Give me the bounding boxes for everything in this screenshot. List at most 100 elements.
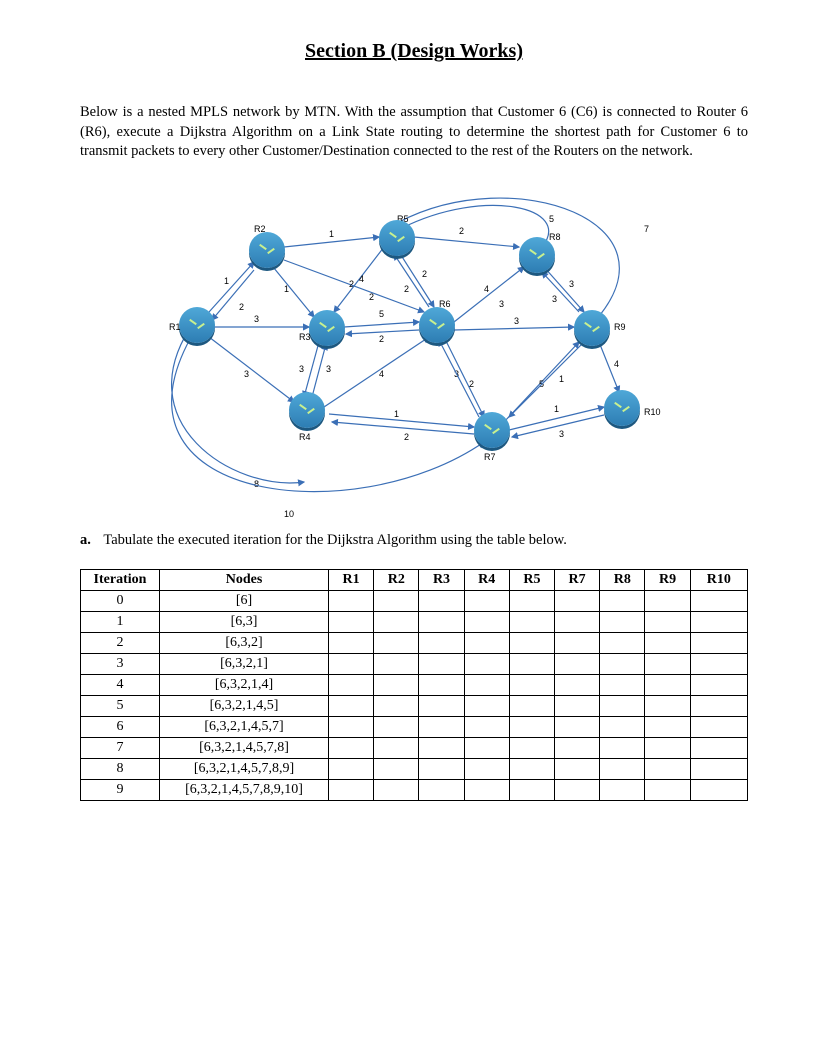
table-header-row: Iteration Nodes R1 R2 R3 R4 R5 R7 R8 R9 … [81, 569, 748, 590]
cell-blank [374, 674, 419, 695]
th-r9: R9 [645, 569, 690, 590]
w-r5-r8: 2 [459, 226, 464, 236]
cell-iteration: 3 [81, 653, 160, 674]
cell-iteration: 0 [81, 590, 160, 611]
th-r1: R1 [329, 569, 374, 590]
cell-blank [690, 737, 747, 758]
cell-nodes: [6,3,2,1] [160, 653, 329, 674]
edge-r8-r9a [544, 267, 584, 312]
cell-blank [690, 758, 747, 779]
cell-blank [374, 611, 419, 632]
cell-blank [555, 590, 600, 611]
cell-blank [509, 758, 554, 779]
edge-r4-r7b [332, 422, 474, 434]
cell-blank [690, 611, 747, 632]
edge-r1-r7-loop [172, 332, 484, 492]
cell-blank [419, 674, 464, 695]
router-r9-icon [574, 310, 610, 346]
cell-nodes: [6,3,2,1,4,5] [160, 695, 329, 716]
edge-r6-r8 [454, 267, 524, 322]
edge-r5-r6b [394, 254, 429, 307]
w-r5-r6b: 2 [404, 284, 409, 294]
w-r3-r6b: 2 [379, 334, 384, 344]
edge-r1-r4 [209, 337, 294, 402]
cell-blank [690, 632, 747, 653]
cell-blank [509, 653, 554, 674]
cell-nodes: [6] [160, 590, 329, 611]
cell-blank [645, 779, 690, 800]
w-r6-r7b: 2 [469, 379, 474, 389]
cell-blank [690, 653, 747, 674]
label-r1: R1 [169, 322, 181, 332]
table-row: 6[6,3,2,1,4,5,7] [81, 716, 748, 737]
edge-r6-r7a [444, 337, 484, 417]
intro-text: Below is a nested MPLS network by MTN. W… [80, 103, 748, 162]
cell-blank [329, 758, 374, 779]
cell-blank [329, 653, 374, 674]
w-r8-r9a: 3 [569, 279, 574, 289]
cell-blank [600, 695, 645, 716]
label-r9: R9 [614, 322, 626, 332]
cell-blank [555, 695, 600, 716]
w-r1-r2b: 2 [239, 302, 244, 312]
cell-blank [690, 779, 747, 800]
edge-r1-r4-loop [172, 322, 304, 483]
cell-blank [419, 653, 464, 674]
cell-blank [600, 779, 645, 800]
w-r4-r7a: 1 [394, 409, 399, 419]
cell-blank [464, 590, 509, 611]
cell-blank [374, 632, 419, 653]
router-r1-icon [179, 307, 215, 343]
cell-blank [645, 632, 690, 653]
dijkstra-table: Iteration Nodes R1 R2 R3 R4 R5 R7 R8 R9 … [80, 569, 748, 801]
cell-blank [464, 716, 509, 737]
w-r1-r4: 3 [244, 369, 249, 379]
label-r10: R10 [644, 407, 661, 417]
cell-blank [600, 611, 645, 632]
weight-r5-r9-s: 5 [549, 214, 554, 224]
cell-iteration: 8 [81, 758, 160, 779]
w-r4-r6: 4 [379, 369, 384, 379]
cell-blank [419, 716, 464, 737]
cell-blank [555, 632, 600, 653]
th-r3: R3 [419, 569, 464, 590]
cell-blank [555, 674, 600, 695]
cell-blank [509, 737, 554, 758]
cell-blank [555, 779, 600, 800]
cell-blank [329, 737, 374, 758]
cell-blank [690, 590, 747, 611]
w-r2-r3: 1 [284, 284, 289, 294]
network-diagram: 8 10 7 5 1 2 2 2 1 2 1 2 3 [154, 192, 674, 502]
cell-blank [509, 695, 554, 716]
cell-blank [645, 653, 690, 674]
table-row: 0[6] [81, 590, 748, 611]
cell-blank [464, 653, 509, 674]
th-r7: R7 [555, 569, 600, 590]
cell-blank [690, 716, 747, 737]
cell-blank [419, 695, 464, 716]
cell-blank [509, 632, 554, 653]
cell-iteration: 4 [81, 674, 160, 695]
table-row: 3[6,3,2,1] [81, 653, 748, 674]
cell-iteration: 5 [81, 695, 160, 716]
cell-blank [645, 737, 690, 758]
cell-blank [374, 695, 419, 716]
w-r1-r3: 3 [254, 314, 259, 324]
cell-blank [509, 716, 554, 737]
cell-blank [509, 590, 554, 611]
th-r8: R8 [600, 569, 645, 590]
cell-blank [509, 611, 554, 632]
cell-blank [690, 674, 747, 695]
w-r5-r6a: 2 [422, 269, 427, 279]
cell-blank [600, 758, 645, 779]
weight-r5-r9-loop: 7 [644, 224, 649, 234]
router-r7-icon [474, 412, 510, 448]
edge-r7-r9b [509, 342, 584, 417]
cell-blank [419, 632, 464, 653]
cell-iteration: 1 [81, 611, 160, 632]
cell-nodes: [6,3,2,1,4,5,7,8] [160, 737, 329, 758]
edge-r3-r4a [304, 342, 319, 397]
w-r6-r9a: 3 [514, 316, 519, 326]
cell-nodes: [6,3] [160, 611, 329, 632]
cell-blank [329, 779, 374, 800]
